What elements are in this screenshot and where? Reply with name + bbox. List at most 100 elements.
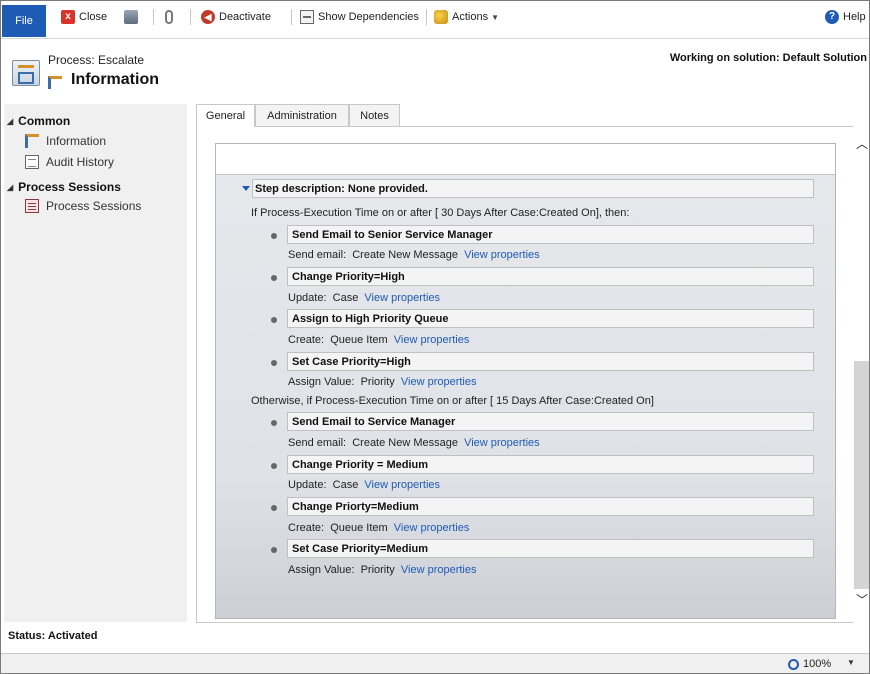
action-step-title: Send Email to Service Manager xyxy=(292,415,456,428)
action-target: Case xyxy=(332,479,359,491)
view-properties-link[interactable]: View properties xyxy=(464,437,540,449)
attach-button[interactable] xyxy=(165,7,177,27)
close-label: Close xyxy=(79,11,108,23)
step-bullet-icon xyxy=(271,505,277,511)
action-step-bar[interactable]: Set Case Priority=High xyxy=(287,352,814,371)
action-kind: Send email: xyxy=(288,249,347,261)
actions-icon xyxy=(434,10,448,24)
action-target: Queue Item xyxy=(330,334,388,346)
toolbar-divider xyxy=(291,9,292,25)
nav-group-label: Common xyxy=(18,114,71,128)
print-icon xyxy=(124,10,138,24)
nav-group-label: Process Sessions xyxy=(18,180,121,194)
action-step-bar[interactable]: Assign to High Priority Queue xyxy=(287,309,814,328)
action-step-bar[interactable]: Send Email to Senior Service Manager xyxy=(287,225,814,244)
toolbar-divider xyxy=(426,9,427,25)
sidebar-item-information[interactable]: Information xyxy=(25,134,106,148)
app-window: File x Close ◀ Deactivate Show Dependenc… xyxy=(0,0,870,674)
nav-group-common[interactable]: ◢ Common xyxy=(7,114,70,128)
action-step-detail: Assign Value: Priority View properties xyxy=(288,564,477,576)
actions-label: Actions xyxy=(452,11,489,23)
scroll-up-icon[interactable]: ︿ xyxy=(854,135,869,153)
toolbar-divider xyxy=(153,9,154,25)
action-kind: Assign Value: xyxy=(288,564,355,576)
dependencies-icon xyxy=(300,10,314,24)
audit-history-icon xyxy=(25,155,39,169)
zoom-control[interactable]: 100% xyxy=(788,658,831,670)
action-step-title: Assign to High Priority Queue xyxy=(292,312,449,325)
action-step-detail: Create: Queue Item View properties xyxy=(288,522,469,534)
step-description-bar[interactable]: Step description: None provided. xyxy=(252,179,814,198)
tab-label: Administration xyxy=(267,109,337,122)
action-step-detail: Update: Case View properties xyxy=(288,479,440,491)
tab-notes[interactable]: Notes xyxy=(349,104,400,126)
expand-triangle-icon[interactable] xyxy=(242,186,250,191)
chevron-down-icon: ▼ xyxy=(491,12,499,22)
action-step-detail: Send email: Create New Message View prop… xyxy=(288,437,540,449)
close-icon: x xyxy=(61,10,75,24)
show-dependencies-button[interactable]: Show Dependencies xyxy=(300,7,419,27)
scroll-down-icon[interactable]: ﹀ xyxy=(854,591,869,609)
help-button[interactable]: ? Help ▼ xyxy=(825,7,869,27)
action-step-detail: Send email: Create New Message View prop… xyxy=(288,249,540,261)
action-target: Case xyxy=(332,292,359,304)
record-header: Process: Escalate Information Working on… xyxy=(1,40,869,102)
action-step-title: Change Priorty=Medium xyxy=(292,500,419,513)
action-step-title: Change Priority=High xyxy=(292,270,405,283)
action-kind: Send email: xyxy=(288,437,347,449)
step-bullet-icon xyxy=(271,360,277,366)
condition-otherwise-text[interactable]: Otherwise, if Process-Execution Time on … xyxy=(251,395,654,407)
action-step-bar[interactable]: Set Case Priority=Medium xyxy=(287,539,814,558)
nav-group-process-sessions[interactable]: ◢ Process Sessions xyxy=(7,180,121,194)
tab-general[interactable]: General xyxy=(196,104,255,127)
step-bullet-icon xyxy=(271,547,277,553)
paperclip-icon xyxy=(165,10,173,24)
left-navigation: ◢ Common Information Audit History ◢ Pro… xyxy=(4,104,187,622)
steps-header-strip xyxy=(216,144,835,175)
view-properties-link[interactable]: View properties xyxy=(401,376,477,388)
close-button[interactable]: x Close xyxy=(61,7,107,27)
sidebar-item-label: Audit History xyxy=(46,155,115,169)
zoom-icon xyxy=(788,658,799,670)
scrollbar-thumb[interactable] xyxy=(854,361,869,589)
view-properties-link[interactable]: View properties xyxy=(364,479,440,491)
view-properties-link[interactable]: View properties xyxy=(364,292,440,304)
collapse-triangle-icon: ◢ xyxy=(7,182,14,192)
chevron-down-icon[interactable]: ▼ xyxy=(847,658,855,667)
step-description: Step description: None provided. xyxy=(255,182,428,195)
process-sessions-icon xyxy=(25,199,39,213)
view-properties-link[interactable]: View properties xyxy=(464,249,540,261)
sidebar-item-audit-history[interactable]: Audit History xyxy=(25,155,114,169)
action-kind: Update: xyxy=(288,479,327,491)
actions-button[interactable]: Actions ▼ xyxy=(434,7,499,27)
tab-label: Notes xyxy=(360,109,389,122)
tab-label: General xyxy=(205,110,246,122)
solution-indicator: Working on solution: Default Solution xyxy=(669,52,867,64)
step-bullet-icon xyxy=(271,317,277,323)
help-label: Help xyxy=(843,11,866,23)
action-target: Queue Item xyxy=(330,522,388,534)
action-target: Priority xyxy=(360,376,395,388)
status-bar: 100% ▼ xyxy=(1,653,869,673)
action-step-bar[interactable]: Send Email to Service Manager xyxy=(287,412,814,431)
tab-administration[interactable]: Administration xyxy=(255,104,349,126)
view-properties-link[interactable]: View properties xyxy=(394,334,470,346)
collapse-triangle-icon: ◢ xyxy=(7,116,14,126)
action-step-title: Change Priority = Medium xyxy=(292,458,428,471)
view-properties-link[interactable]: View properties xyxy=(401,564,477,576)
action-step-detail: Update: Case View properties xyxy=(288,292,440,304)
action-step-bar[interactable]: Change Priority = Medium xyxy=(287,455,814,474)
condition-if-text[interactable]: If Process-Execution Time on or after [ … xyxy=(251,207,629,219)
process-entity-icon xyxy=(12,60,40,86)
action-step-bar[interactable]: Change Priority=High xyxy=(287,267,814,286)
action-step-bar[interactable]: Change Priorty=Medium xyxy=(287,497,814,516)
action-step-detail: Assign Value: Priority View properties xyxy=(288,376,477,388)
view-properties-link[interactable]: View properties xyxy=(394,522,470,534)
deactivate-button[interactable]: ◀ Deactivate xyxy=(201,7,271,27)
sidebar-item-label: Process Sessions xyxy=(46,199,142,213)
print-button[interactable] xyxy=(124,7,142,27)
action-kind: Create: xyxy=(288,334,325,346)
sidebar-item-process-sessions[interactable]: Process Sessions xyxy=(25,199,141,213)
step-bullet-icon xyxy=(271,275,277,281)
file-button[interactable]: File xyxy=(2,5,46,37)
